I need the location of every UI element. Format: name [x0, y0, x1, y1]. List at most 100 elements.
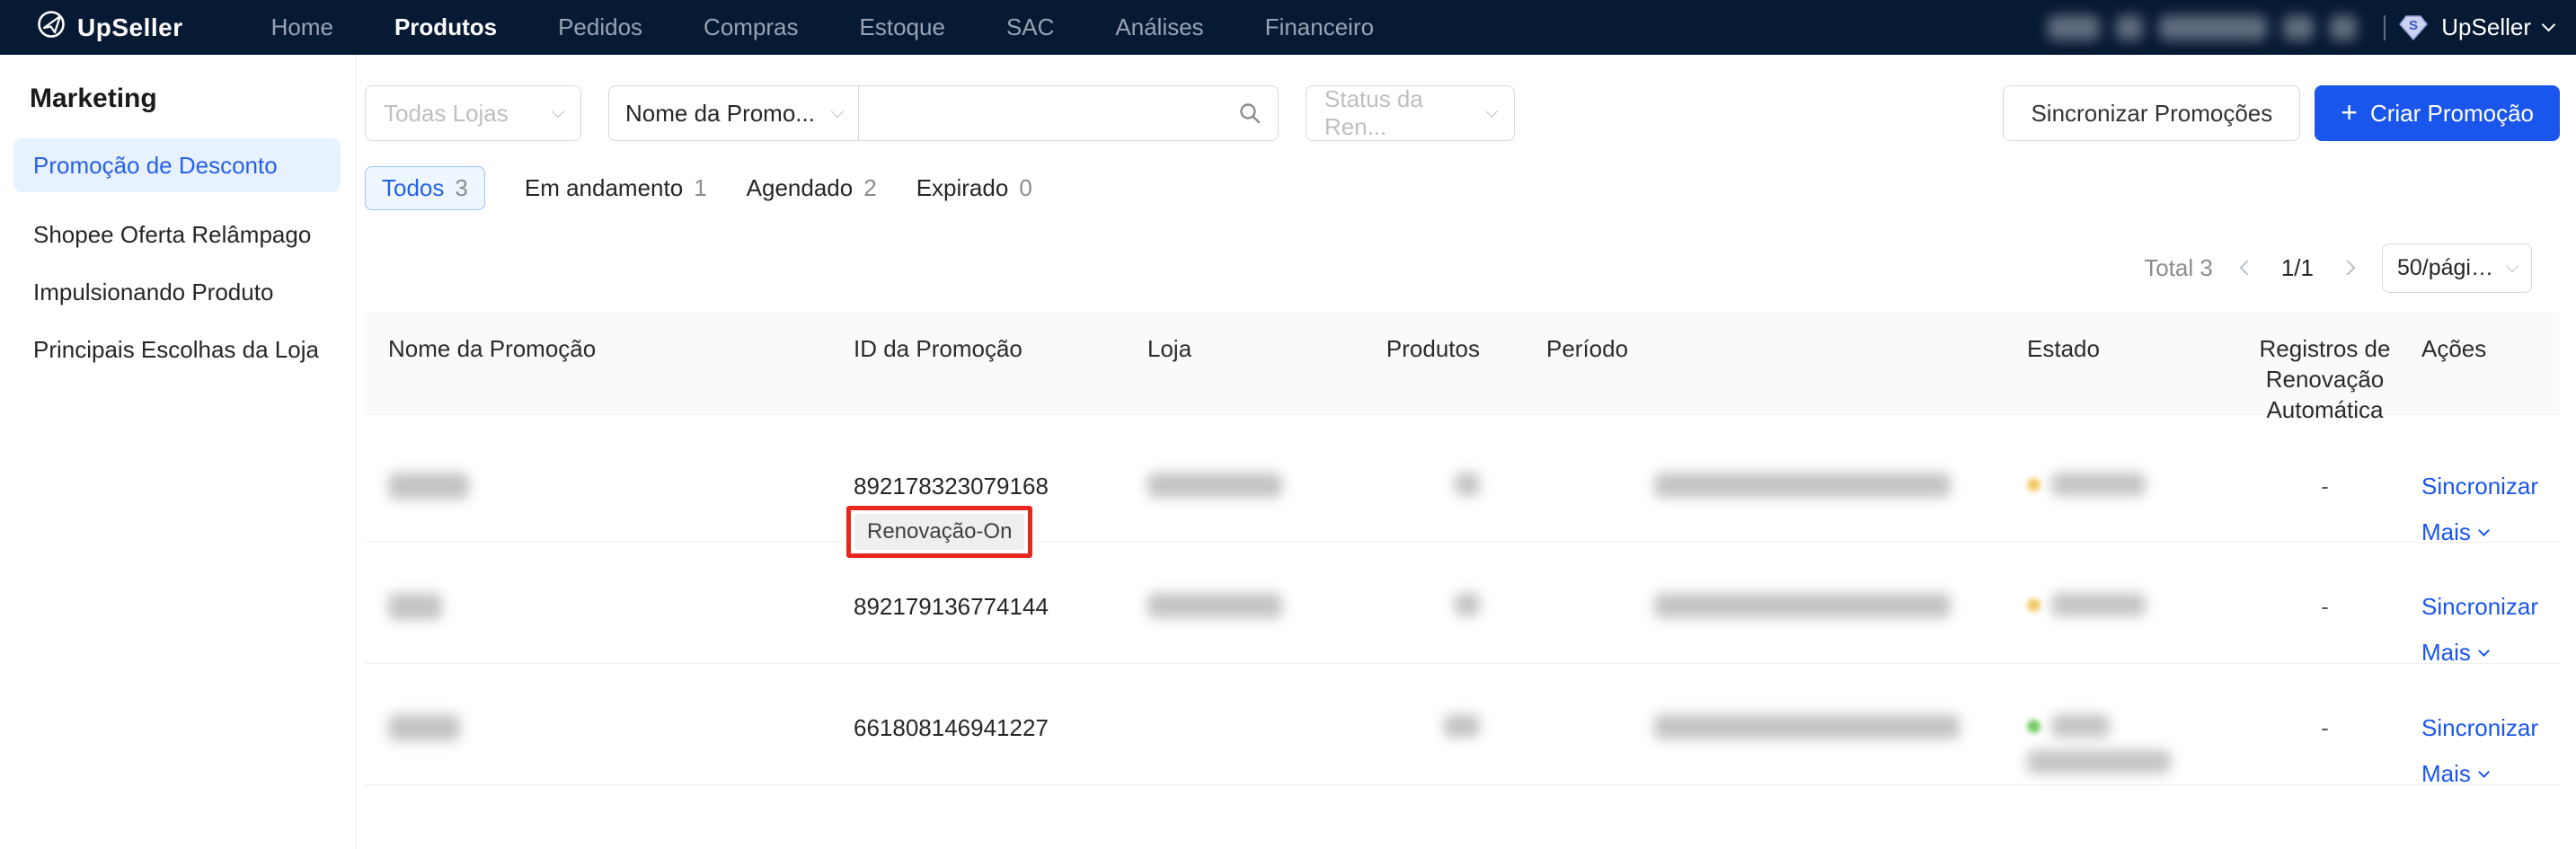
- header-produtos: Produtos: [1325, 312, 1487, 425]
- tab-count: 3: [455, 174, 467, 202]
- divider: [2384, 15, 2386, 40]
- chevron-left-icon: [2239, 261, 2254, 276]
- plus-icon: +: [2341, 98, 2358, 127]
- page: UpSeller Home Produtos Pedidos Compras E…: [0, 0, 2576, 849]
- sidebar-item-impulsionando-produto[interactable]: Impulsionando Produto: [13, 265, 341, 319]
- status-text-blurred: [2027, 750, 2171, 774]
- account-gem-icon: S: [2398, 14, 2429, 41]
- page-size-select[interactable]: 50/pági…: [2382, 243, 2532, 293]
- sidebar-item-label: Principais Escolhas da Loja: [33, 336, 319, 364]
- store-filter-placeholder: Todas Lojas: [384, 100, 509, 128]
- sidebar-item-shopee-oferta-relampago[interactable]: Shopee Oferta Relâmpago: [13, 208, 341, 261]
- sync-link[interactable]: Sincronizar: [2421, 473, 2538, 500]
- tab-todos[interactable]: Todos 3: [365, 166, 485, 210]
- header-acoes: Ações: [2421, 312, 2560, 425]
- table-row: 892178323079168 Renovação-On -: [365, 415, 2560, 543]
- create-promotion-button[interactable]: + Criar Promoção: [2315, 85, 2560, 141]
- prev-page-button[interactable]: [2238, 262, 2256, 273]
- pagination-total: Total 3: [2144, 254, 2213, 282]
- chevron-down-icon: [552, 104, 564, 117]
- status-text-blurred: [2051, 593, 2146, 616]
- pagination-current: 1/1: [2281, 254, 2314, 282]
- search-field-select[interactable]: Nome da Promo...: [609, 86, 859, 140]
- period-blurred: [1654, 473, 1951, 498]
- store-filter-select[interactable]: Todas Lojas: [365, 85, 581, 141]
- tab-count: 1: [694, 174, 706, 202]
- chevron-down-icon: [2506, 259, 2518, 271]
- status-tabs: Todos 3 Em andamento 1 Agendado 2 Expira…: [365, 166, 1032, 209]
- header-loja: Loja: [1123, 312, 1325, 425]
- more-link[interactable]: Mais: [2421, 760, 2488, 787]
- promotion-name-blurred: [388, 714, 460, 741]
- nav-financeiro[interactable]: Financeiro: [1265, 13, 1374, 41]
- renewal-status-placeholder: Status da Ren...: [1324, 85, 1474, 141]
- promotion-id: 892179136774144: [854, 593, 1049, 620]
- blurred-item: [2116, 15, 2143, 40]
- promotions-table: Nome da Promoção ID da Promoção Loja Pro…: [365, 312, 2560, 785]
- upseller-logo-icon: [36, 9, 66, 46]
- sidebar-heading: Marketing: [30, 84, 157, 114]
- promotion-id: 892178323079168: [854, 473, 1049, 500]
- sidebar-item-label: Impulsionando Produto: [33, 279, 273, 306]
- next-page-button[interactable]: [2339, 262, 2357, 273]
- tab-em-andamento[interactable]: Em andamento 1: [525, 174, 707, 202]
- account-name[interactable]: UpSeller: [2441, 13, 2531, 41]
- store-name-blurred: [1147, 593, 1282, 618]
- sidebar-item-promocao-de-desconto[interactable]: Promoção de Desconto: [13, 138, 341, 192]
- more-label: Mais: [2421, 760, 2471, 787]
- table-row: 661808146941227 - Sincronizar: [365, 664, 2560, 785]
- sidebar-item-principais-escolhas-da-loja[interactable]: Principais Escolhas da Loja: [13, 323, 341, 376]
- topbar-right: S UpSeller: [2048, 0, 2554, 55]
- status-text-blurred: [2051, 714, 2110, 738]
- nav-compras[interactable]: Compras: [704, 13, 798, 41]
- tab-expirado[interactable]: Expirado 0: [916, 174, 1032, 202]
- sync-link[interactable]: Sincronizar: [2421, 714, 2538, 741]
- main-content: Todas Lojas Nome da Promo... Status da R…: [357, 55, 2576, 849]
- status-dot: [2027, 598, 2040, 612]
- renewal-status-filter-select[interactable]: Status da Ren...: [1306, 85, 1515, 141]
- renewal-records-value: -: [2321, 473, 2329, 500]
- products-count-blurred: [1444, 714, 1480, 738]
- status-dot: [2027, 720, 2040, 733]
- header-nome-da-promocao: Nome da Promoção: [365, 312, 843, 425]
- nav-produtos[interactable]: Produtos: [394, 13, 497, 41]
- tab-count: 2: [863, 174, 876, 202]
- table-row: 892179136774144 - Sincronizar Mais: [365, 543, 2560, 664]
- nav-sac[interactable]: SAC: [1006, 13, 1054, 41]
- promotion-id: 661808146941227: [854, 714, 1049, 741]
- sync-promotions-button[interactable]: Sincronizar Promoções: [2003, 85, 2300, 141]
- chevron-down-icon[interactable]: [2542, 18, 2556, 32]
- search-input[interactable]: [859, 86, 1238, 140]
- brand[interactable]: UpSeller: [36, 9, 183, 46]
- store-name-blurred: [1147, 473, 1282, 498]
- blurred-item: [2048, 15, 2100, 40]
- search-field-value: Nome da Promo...: [625, 100, 815, 128]
- chevron-down-icon: [1486, 105, 1498, 117]
- svg-text:S: S: [2409, 18, 2418, 33]
- blurred-item: [2283, 15, 2314, 40]
- filter-row: Todas Lojas Nome da Promo... Status da R…: [365, 85, 2560, 141]
- search-button[interactable]: [1238, 86, 1278, 140]
- nav-estoque[interactable]: Estoque: [860, 13, 945, 41]
- sync-link[interactable]: Sincronizar: [2421, 593, 2538, 620]
- tab-label: Expirado: [916, 174, 1009, 202]
- top-navigation: Home Produtos Pedidos Compras Estoque SA…: [271, 13, 1374, 41]
- header-registros-renovacao: Registros de Renovação Automática: [2228, 312, 2421, 425]
- tab-agendado[interactable]: Agendado 2: [747, 174, 877, 202]
- nav-home[interactable]: Home: [271, 13, 333, 41]
- pagination: Total 3 1/1 50/pági…: [2144, 243, 2532, 293]
- period-blurred: [1654, 593, 1951, 618]
- products-count-blurred: [1455, 473, 1480, 496]
- header-periodo: Período: [1487, 312, 2004, 425]
- more-label: Mais: [2421, 639, 2471, 666]
- nav-pedidos[interactable]: Pedidos: [558, 13, 642, 41]
- tab-label: Agendado: [747, 174, 854, 202]
- more-link[interactable]: Mais: [2421, 639, 2488, 666]
- search-icon: [1238, 102, 1261, 125]
- sidebar-item-label: Shopee Oferta Relâmpago: [33, 221, 311, 249]
- more-link[interactable]: Mais: [2421, 518, 2488, 545]
- status-dot: [2027, 478, 2040, 491]
- blurred-item: [2330, 15, 2357, 40]
- nav-analises[interactable]: Análises: [1115, 13, 1203, 41]
- table-header-row: Nome da Promoção ID da Promoção Loja Pro…: [365, 312, 2560, 415]
